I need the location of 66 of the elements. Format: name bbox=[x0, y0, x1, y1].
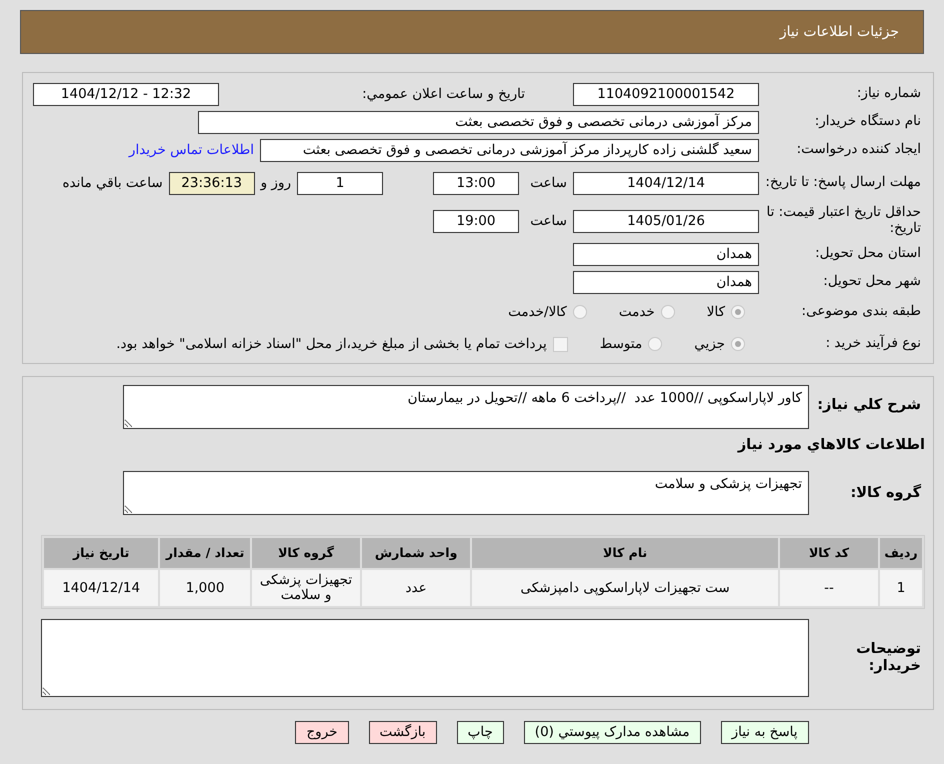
section-title: اطلاعات کالاهاي مورد نیاز bbox=[738, 436, 925, 456]
radio-label: متوسط bbox=[600, 334, 642, 354]
field-label: نوع فرآیند خرید : bbox=[824, 336, 922, 352]
action-button[interactable]: خروج bbox=[295, 721, 348, 744]
buyer-org-field: مرکز آموزشی درمانی تخصصی و فوق تخصصی بعثت bbox=[198, 110, 759, 134]
field-label: حداقل تاریخ اعتبار قیمت: تا تاریخ: bbox=[766, 205, 922, 237]
action-button[interactable]: بازگشت bbox=[368, 721, 437, 744]
field-label: ساعت bbox=[529, 174, 567, 193]
field-label: توضیحات خریدار: bbox=[855, 641, 922, 675]
column-header: ردیف bbox=[880, 538, 922, 568]
field-label: ساعت bbox=[529, 212, 567, 231]
field-label: روز و bbox=[260, 174, 291, 193]
days-field: 1 bbox=[297, 172, 383, 194]
action-button[interactable]: چاپ bbox=[456, 721, 504, 744]
contact-link[interactable]: اطلاعات تماس خریدار bbox=[128, 140, 254, 160]
field-label: طبقه بندی موضوعی: bbox=[800, 304, 922, 320]
radio-button[interactable] bbox=[572, 305, 587, 319]
field-label: استان محل تحویل: bbox=[814, 246, 922, 262]
remaining-time-field: 23:36:13 bbox=[168, 172, 255, 194]
radio-button[interactable] bbox=[648, 337, 662, 351]
buyer-notes-field[interactable] bbox=[41, 619, 809, 697]
table-cell: ست تجهیزات لاپاراسکوپی دامپزشکی bbox=[472, 570, 778, 606]
need-number-field: 1104092100001542 bbox=[573, 82, 759, 106]
radio-button[interactable] bbox=[660, 305, 675, 319]
table-cell: عدد bbox=[362, 570, 470, 606]
field-label: نام دستگاه خریدار: bbox=[814, 114, 922, 130]
table-cell: 1,000 bbox=[160, 570, 250, 606]
field-label: شماره نیاز: bbox=[856, 86, 922, 102]
field-label: تاریخ و ساعت اعلان عمومي: bbox=[362, 84, 525, 104]
column-header: گروه کالا bbox=[252, 538, 360, 568]
description-field[interactable]: کاور لاپاراسکوپی //1000 عدد //پرداخت 6 ماهه //تحویل در بیمارستان bbox=[123, 385, 809, 429]
column-header: کد کالا bbox=[780, 538, 878, 568]
table-cell: تجهیزات پزشکی و سلامت bbox=[252, 570, 360, 606]
city-field: همدان bbox=[573, 270, 759, 294]
radio-button[interactable] bbox=[731, 305, 745, 319]
column-header: نام کالا bbox=[472, 538, 778, 568]
radio-label: جزيي bbox=[694, 334, 725, 354]
field-label: ساعت باقي مانده bbox=[62, 174, 163, 193]
goods-group-field[interactable]: تجهیزات پزشکی و سلامت bbox=[123, 471, 809, 515]
announce-date-field: 1404/12/12 - 12:32 bbox=[33, 82, 219, 106]
field-label: شهر محل تحویل: bbox=[822, 274, 922, 290]
field-label: ایجاد کننده درخواست: bbox=[796, 142, 922, 158]
column-header: تاریخ نیاز bbox=[44, 538, 158, 568]
checkbox[interactable] bbox=[552, 336, 568, 352]
deadline-date-field: 1404/12/14 bbox=[573, 172, 759, 194]
field-label: مهلت ارسال پاسخ: تا تاریخ: bbox=[765, 175, 922, 191]
action-button[interactable]: پاسخ به نیاز bbox=[720, 721, 809, 744]
column-header: واحد شمارش bbox=[362, 538, 470, 568]
requester-field: سعید گلشنی زاده کارپرداز مرکز آموزشی درمانی تخصصی و فوق تخصصی بعثت bbox=[260, 138, 759, 162]
table-cell: 1 bbox=[880, 570, 922, 606]
column-header: تعداد / مقدار bbox=[160, 538, 250, 568]
radio-button[interactable] bbox=[731, 337, 745, 351]
radio-label: خدمت bbox=[618, 302, 655, 322]
validity-date-field: 1405/01/26 bbox=[573, 210, 759, 232]
table-cell: 1404/12/14 bbox=[44, 570, 158, 606]
radio-label: کالا/خدمت bbox=[508, 302, 567, 322]
table-cell: -- bbox=[780, 570, 878, 606]
treasury-note: پرداخت تمام یا بخشی از مبلغ خرید،از محل "اسناد خزانه اسلامی" خواهد بود. bbox=[116, 334, 547, 354]
radio-label: کالا bbox=[706, 302, 725, 322]
field-label: شرح کلي نیاز: bbox=[816, 396, 922, 414]
action-button[interactable]: مشاهده مدارک پیوستي (0) bbox=[524, 721, 701, 744]
province-field: همدان bbox=[573, 242, 759, 266]
deadline-time-field: 13:00 bbox=[433, 172, 519, 194]
page-title: جزئیات اطلاعات نیاز bbox=[780, 22, 899, 42]
validity-time-field: 19:00 bbox=[433, 210, 519, 232]
field-label: گروه کالا: bbox=[849, 484, 922, 502]
